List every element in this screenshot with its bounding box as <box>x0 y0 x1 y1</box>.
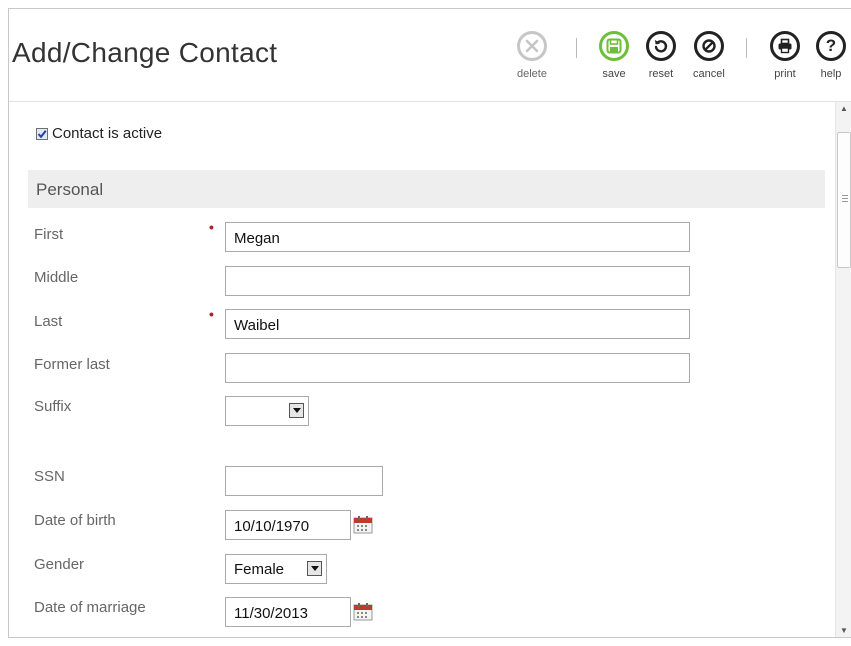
help-glyph: ? <box>825 36 837 55</box>
gender-select[interactable]: Female <box>225 554 327 584</box>
reset-icon <box>646 31 676 61</box>
help-button[interactable]: ? help <box>816 31 846 80</box>
page-title: Add/Change Contact <box>12 37 278 68</box>
reset-label: reset <box>648 68 674 80</box>
save-icon <box>599 31 629 61</box>
delete-icon <box>517 31 547 61</box>
dropdown-arrow-icon[interactable] <box>307 561 322 576</box>
scrollbar-thumb[interactable] <box>837 132 851 268</box>
delete-button[interactable]: delete <box>517 31 547 80</box>
toolbar-divider <box>746 38 747 58</box>
header-bar: Add/Change Contact delete save reset can… <box>9 9 851 102</box>
checkbox-checked-icon[interactable] <box>36 127 48 140</box>
grip-icon <box>842 195 848 204</box>
help-icon: ? <box>816 31 846 61</box>
help-label: help <box>820 68 842 80</box>
cancel-button[interactable]: cancel <box>693 31 725 80</box>
required-marker: • <box>209 219 214 235</box>
personal-section-header: Personal <box>28 170 825 208</box>
gender-label: Gender <box>34 556 85 573</box>
calendar-icon[interactable] <box>353 516 373 534</box>
delete-label: delete <box>517 68 547 80</box>
first-name-label: First <box>34 226 64 243</box>
middle-name-label: Middle <box>34 269 79 286</box>
former-last-label: Former last <box>34 356 110 373</box>
ssn-input[interactable] <box>225 466 383 496</box>
gender-value: Female <box>234 561 285 578</box>
scroll-up-icon[interactable]: ▲ <box>840 104 848 113</box>
save-label: save <box>602 68 626 80</box>
ssn-label: SSN <box>34 468 65 485</box>
middle-name-input[interactable] <box>225 266 690 296</box>
cancel-label: cancel <box>693 68 725 80</box>
print-icon <box>770 31 800 61</box>
contact-window: Add/Change Contact delete save reset can… <box>8 8 851 638</box>
former-last-input[interactable] <box>225 353 690 383</box>
print-button[interactable]: print <box>770 31 800 80</box>
personal-heading: Personal <box>36 180 104 199</box>
first-name-input[interactable]: Megan <box>225 222 690 252</box>
cancel-icon <box>693 31 724 61</box>
contact-active-label: Contact is active <box>52 125 163 142</box>
print-label: print <box>774 68 796 80</box>
last-name-label: Last <box>34 313 63 330</box>
calendar-icon[interactable] <box>353 603 373 621</box>
dropdown-arrow-icon[interactable] <box>289 403 304 418</box>
save-button[interactable]: save <box>599 31 629 80</box>
last-name-input[interactable]: Waibel <box>225 309 690 339</box>
reset-button[interactable]: reset <box>646 31 676 80</box>
contact-active-row[interactable]: Contact is active <box>36 125 162 142</box>
suffix-label: Suffix <box>34 398 72 415</box>
dob-label: Date of birth <box>34 512 116 529</box>
dob-input[interactable]: 10/10/1970 <box>225 510 351 540</box>
form-content: Contact is active Personal First • Megan… <box>9 102 835 637</box>
vertical-scrollbar[interactable]: ▲ ▼ <box>835 102 851 637</box>
required-marker: • <box>209 306 214 322</box>
toolbar-divider <box>576 38 577 58</box>
marriage-date-label: Date of marriage <box>34 599 146 616</box>
marriage-date-input[interactable]: 11/30/2013 <box>225 597 351 627</box>
suffix-select[interactable] <box>225 396 309 426</box>
scroll-down-icon[interactable]: ▼ <box>840 626 848 635</box>
